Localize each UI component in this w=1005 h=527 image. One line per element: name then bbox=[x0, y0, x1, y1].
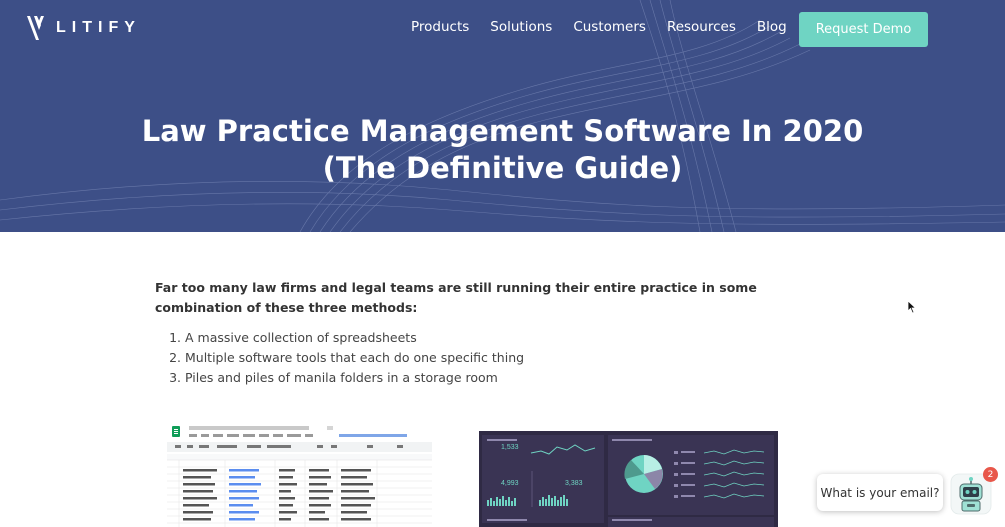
dashboard-stat-3: 3,383 bbox=[565, 480, 583, 487]
page-title: Law Practice Management Software In 2020… bbox=[0, 113, 1005, 187]
nav-links: Products Solutions Customers Resources B… bbox=[411, 19, 808, 35]
page-title-line2: (The Definitive Guide) bbox=[322, 151, 683, 185]
dashboard-stat-1: 1,533 bbox=[501, 444, 519, 451]
dashboard-screenshot: 1,533 4,993 3,383 bbox=[479, 431, 778, 527]
page-title-line1: Law Practice Management Software In 2020 bbox=[141, 114, 864, 148]
top-nav: LITIFY Products Solutions Customers Reso… bbox=[0, 0, 1005, 60]
spreadsheet-image bbox=[167, 426, 432, 527]
brand-name: LITIFY bbox=[56, 19, 141, 36]
article-intro: Far too many law firms and legal teams a… bbox=[155, 280, 757, 315]
request-demo-button[interactable]: Request Demo bbox=[799, 12, 928, 47]
article-body: Far too many law firms and legal teams a… bbox=[155, 278, 815, 388]
chat-prompt-text: What is your email? bbox=[820, 485, 940, 500]
mouse-cursor-icon bbox=[907, 300, 917, 314]
list-item: Multiple software tools that each do one… bbox=[185, 348, 815, 368]
nav-item-solutions[interactable]: Solutions bbox=[490, 19, 552, 35]
dashboard-stat-2: 4,993 bbox=[501, 480, 519, 487]
dashboard-image bbox=[482, 435, 774, 527]
methods-list: A massive collection of spreadsheets Mul… bbox=[155, 328, 815, 388]
brand-logo[interactable]: LITIFY bbox=[26, 14, 141, 42]
litify-logo-icon bbox=[27, 16, 44, 40]
nav-item-customers[interactable]: Customers bbox=[573, 19, 646, 35]
nav-item-blog[interactable]: Blog bbox=[757, 19, 787, 35]
chat-notification-badge: 2 bbox=[983, 467, 998, 482]
list-item: Piles and piles of manila folders in a s… bbox=[185, 368, 815, 388]
spreadsheet-screenshot bbox=[167, 423, 432, 527]
list-item: A massive collection of spreadsheets bbox=[185, 328, 815, 348]
chat-email-prompt[interactable]: What is your email? bbox=[817, 474, 943, 511]
nav-item-resources[interactable]: Resources bbox=[667, 19, 736, 35]
hero-banner: LITIFY Products Solutions Customers Reso… bbox=[0, 0, 1005, 232]
nav-item-products[interactable]: Products bbox=[411, 19, 469, 35]
